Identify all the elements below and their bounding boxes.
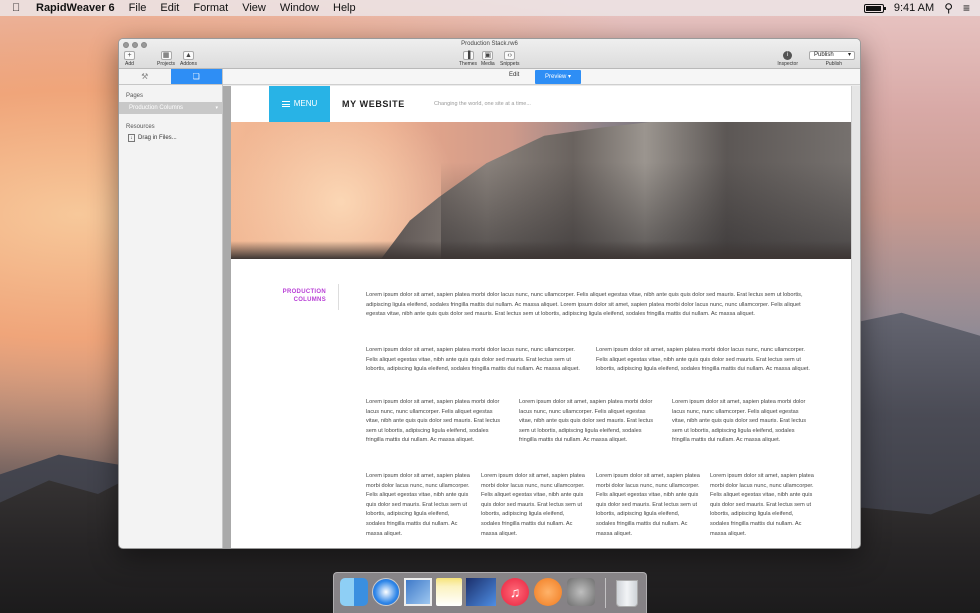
site-title[interactable]: MY WEBSITE xyxy=(342,99,405,109)
media-button[interactable]: ▣ Media xyxy=(481,51,495,67)
tab-tools[interactable]: ⚒ xyxy=(119,69,171,84)
inspector-button[interactable]: i Inspector xyxy=(777,51,798,67)
window-title: Production Stack.rw6 xyxy=(461,41,518,47)
paragraph-2col-1: Lorem ipsum dolor sit amet, sapien plate… xyxy=(366,347,580,373)
menu-edit[interactable]: Edit xyxy=(160,2,179,14)
paragraph-4col-4: Lorem ipsum dolor sit amet, sapien plate… xyxy=(710,473,814,537)
drag-in-files-item[interactable]: ↓ Drag in Files... xyxy=(119,130,222,142)
menu-file[interactable]: File xyxy=(129,2,147,14)
sidebar: ⚒ ❏ Pages Production Columns ▾ Resources… xyxy=(119,69,223,548)
paragraph-4col-2: Lorem ipsum dolor sit amet, sapien plate… xyxy=(481,473,585,537)
preview-scrollbar[interactable] xyxy=(851,86,860,548)
paragraph-4col-1: Lorem ipsum dolor sit amet, sapien plate… xyxy=(366,473,470,537)
disclosure-icon[interactable]: ▾ xyxy=(215,102,218,114)
site-menu-button[interactable]: MENU xyxy=(269,86,330,122)
publish-dropdown-button[interactable]: Publish ▾ xyxy=(809,51,855,60)
add-button[interactable]: + Add xyxy=(124,51,135,67)
site-header: MENU MY WEBSITE Changing the world, one … xyxy=(231,86,853,122)
addons-icon: ▲ xyxy=(182,51,194,60)
menu-format[interactable]: Format xyxy=(193,2,228,14)
paragraph-4col-3: Lorem ipsum dolor sit amet, sapien plate… xyxy=(596,473,700,537)
chevron-down-icon: ▾ xyxy=(568,74,572,80)
chevron-down-icon: ▾ xyxy=(847,52,851,58)
tab-pages[interactable]: ❏ xyxy=(170,69,222,84)
system-preferences-icon[interactable] xyxy=(567,578,595,606)
sidebar-tabs: ⚒ ❏ xyxy=(119,69,222,85)
section-label: PRODUCTION COLUMNS xyxy=(282,289,326,303)
hamburger-icon xyxy=(281,101,290,107)
itunes-icon[interactable]: ♫ xyxy=(501,578,529,606)
spotlight-search-icon[interactable]: ⚲ xyxy=(944,0,953,16)
projects-icon: ▦ xyxy=(160,51,172,60)
menu-help[interactable]: Help xyxy=(333,2,356,14)
menu-bar:  RapidWeaver 6 File Edit Format View Wi… xyxy=(0,0,980,16)
publish-label: Publish xyxy=(825,61,842,67)
snippets-button[interactable]: ‹› Snippets xyxy=(500,51,519,67)
resources-heading: Resources xyxy=(126,124,155,130)
preview-app-icon[interactable] xyxy=(404,578,432,606)
wrench-icon: ⚒ xyxy=(141,72,149,81)
menu-bar-status: 9:41 AM ⚲ ≡ xyxy=(863,0,970,16)
app-window: Production Stack.rw6 + Add ▦ Projects ▲ … xyxy=(118,38,861,549)
notes-icon[interactable] xyxy=(436,578,462,606)
paragraph-3col-2: Lorem ipsum dolor sit amet, sapien plate… xyxy=(519,399,654,444)
trash-icon[interactable] xyxy=(616,580,638,607)
projects-button[interactable]: ▦ Projects xyxy=(157,51,175,67)
dock-separator xyxy=(605,578,606,608)
themes-button[interactable]: ▐ Themes xyxy=(459,51,477,67)
sidebar-item-production-columns[interactable]: Production Columns ▾ xyxy=(119,102,222,114)
battery-icon[interactable] xyxy=(863,3,886,13)
safari-icon[interactable] xyxy=(372,578,400,606)
menu-view[interactable]: View xyxy=(242,2,266,14)
addons-button[interactable]: ▲ Addons xyxy=(180,51,197,67)
finder-icon[interactable] xyxy=(340,578,368,606)
notification-center-icon[interactable]: ≡ xyxy=(963,0,970,16)
paragraph-full-width: Lorem ipsum dolor sit amet, sapien plate… xyxy=(366,292,803,318)
edit-preview-bar: Edit Preview ▾ xyxy=(223,69,860,85)
preview-gutter xyxy=(223,86,231,548)
tab-edit[interactable]: Edit xyxy=(509,72,519,78)
dock: ♫ xyxy=(333,572,647,613)
hero-image xyxy=(231,122,853,259)
paragraph-3col-1: Lorem ipsum dolor sit amet, sapien plate… xyxy=(366,399,501,444)
paragraph-2col-2: Lorem ipsum dolor sit amet, sapien plate… xyxy=(596,347,810,373)
apple-icon[interactable]:  xyxy=(12,2,24,14)
themes-icon: ▐ xyxy=(462,51,474,60)
code-icon: ‹› xyxy=(504,51,516,60)
clock[interactable]: 9:41 AM xyxy=(894,2,934,14)
xcode-icon[interactable] xyxy=(466,578,496,606)
media-icon: ▣ xyxy=(482,51,494,60)
plus-icon: + xyxy=(124,51,135,60)
file-icon: ↓ xyxy=(128,134,135,142)
window-toolbar: Production Stack.rw6 + Add ▦ Projects ▲ … xyxy=(119,39,860,69)
section-divider xyxy=(338,284,339,310)
ibooks-icon[interactable] xyxy=(534,578,562,606)
paragraph-3col-3: Lorem ipsum dolor sit amet, sapien plate… xyxy=(672,399,807,444)
website-preview: MENU MY WEBSITE Changing the world, one … xyxy=(231,86,853,548)
site-tagline: Changing the world, one site at a time..… xyxy=(434,101,531,107)
app-menu[interactable]: RapidWeaver 6 xyxy=(36,2,115,14)
menu-window[interactable]: Window xyxy=(280,2,319,14)
pages-icon: ❏ xyxy=(192,72,200,81)
pages-heading: Pages xyxy=(126,93,144,99)
info-icon: i xyxy=(783,51,793,60)
tab-preview[interactable]: Preview ▾ xyxy=(535,70,581,84)
